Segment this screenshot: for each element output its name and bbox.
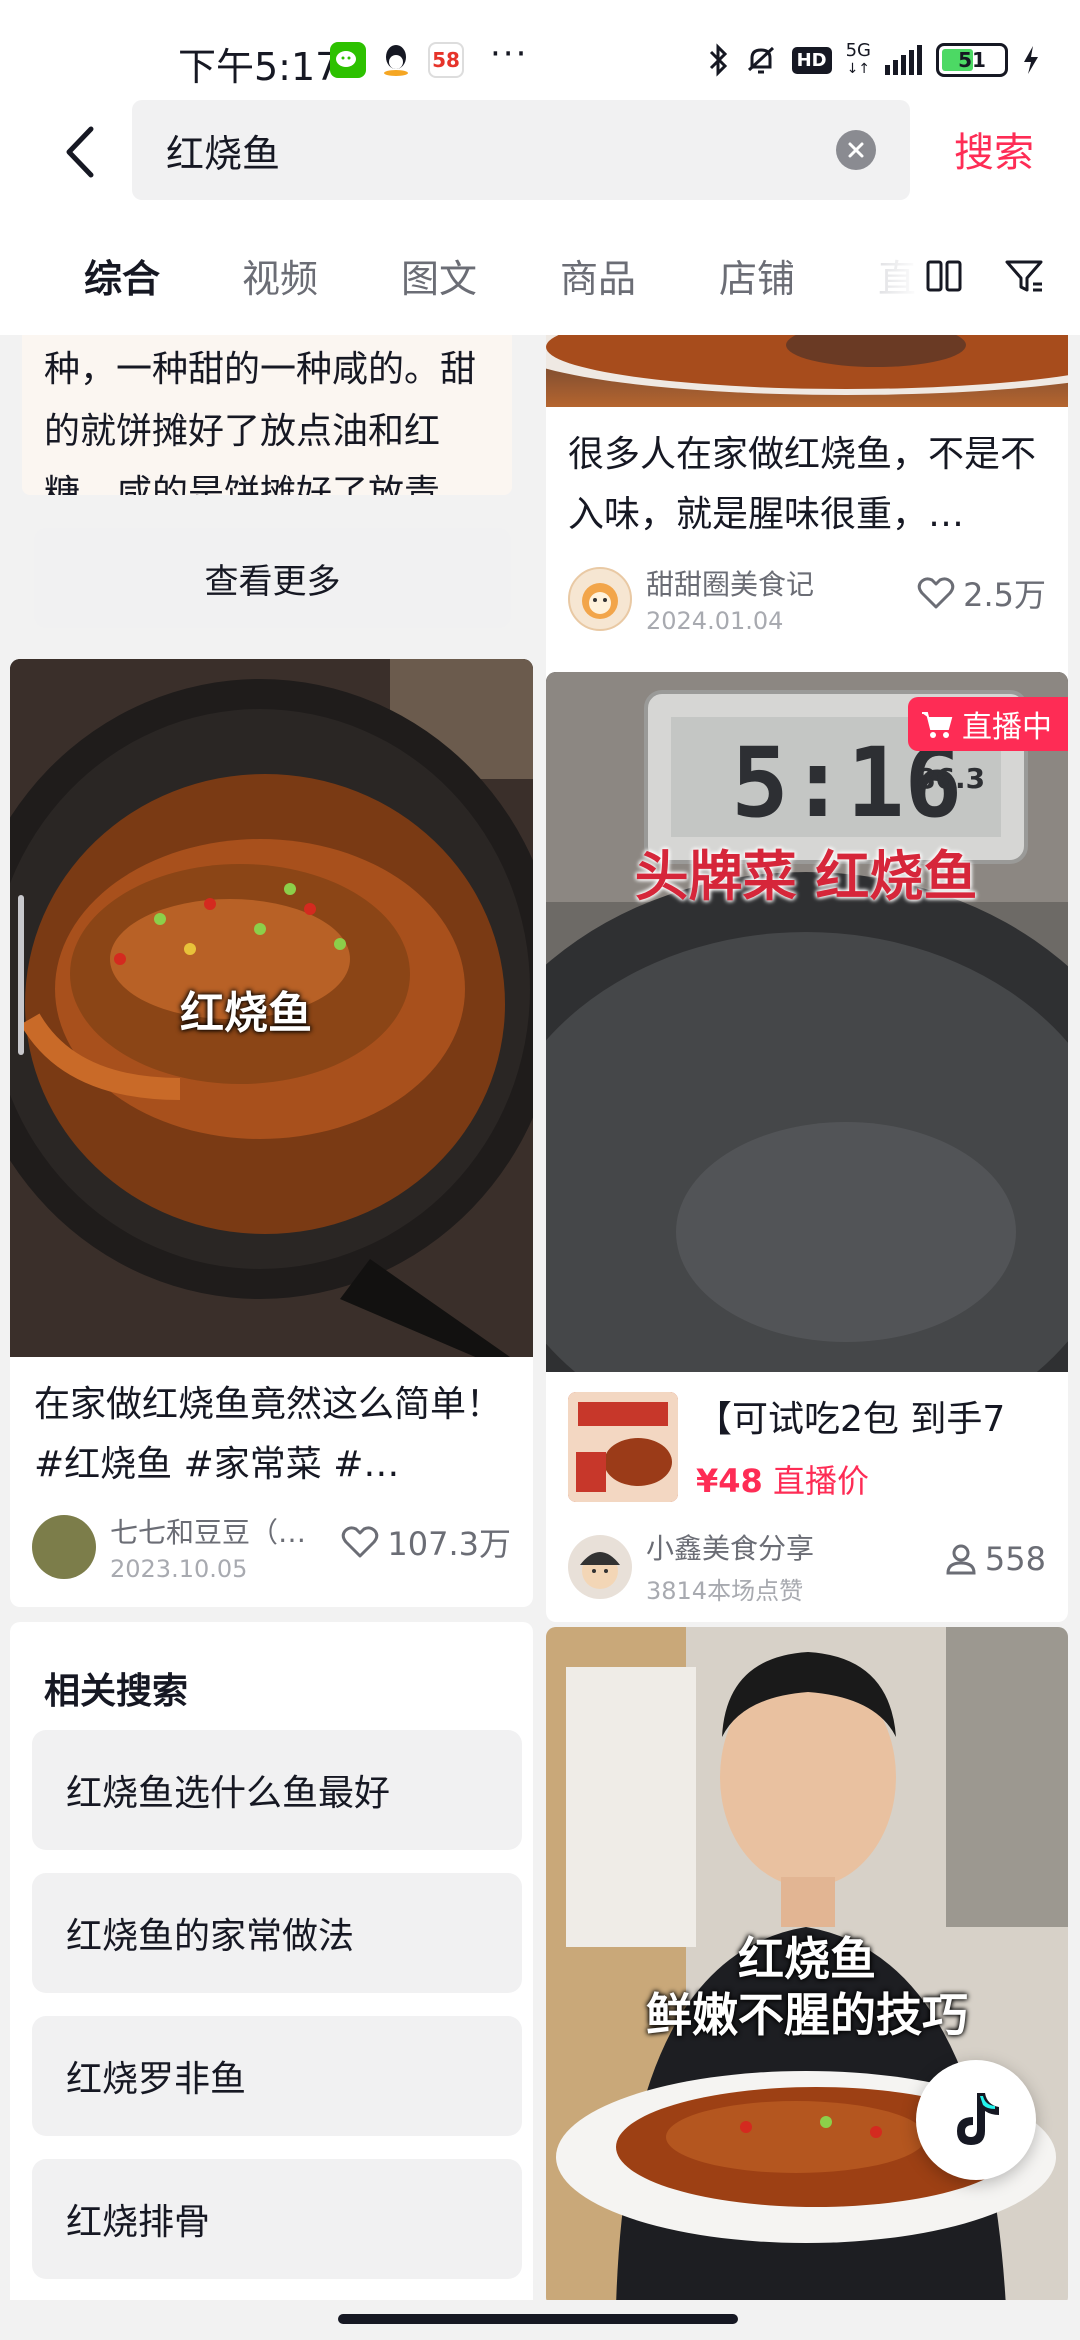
product-thumbnail[interactable] bbox=[568, 1392, 678, 1502]
post-date: 2023.10.05 bbox=[110, 1555, 248, 1583]
live-likes-text: 3814本场点赞 bbox=[646, 1577, 804, 1605]
tab-shops[interactable]: 店铺 bbox=[719, 248, 795, 303]
author-info[interactable]: 甜甜圈美食记 2024.01.04 bbox=[568, 563, 814, 635]
charging-icon bbox=[1024, 46, 1038, 74]
search-results-feed: 种，一种甜的一种咸的。甜的就饼摊好了放点油和红糖，咸的是饼摊好了放青… 查看更多… bbox=[0, 335, 1080, 2300]
heart-icon bbox=[917, 577, 955, 609]
tab-fade bbox=[860, 240, 920, 310]
back-button[interactable] bbox=[50, 122, 110, 182]
related-search-item[interactable]: 红烧罗非鱼 bbox=[32, 2016, 522, 2136]
status-bar: 下午5:17 58 ··· HD 5G ↓↑ 51 bbox=[0, 0, 1080, 100]
status-time: 下午5:17 bbox=[178, 45, 340, 89]
home-indicator bbox=[0, 2300, 1080, 2340]
related-search-item[interactable]: 红烧鱼选什么鱼最好 bbox=[32, 1730, 522, 1850]
author-info[interactable]: 七七和豆豆（… 2023.10.05 bbox=[32, 1511, 306, 1583]
result-card-video-qiqi[interactable]: 红烧鱼 在家做红烧鱼竟然这么简单！#红烧鱼 #家常菜 #… 七七和豆豆（… 20… bbox=[10, 659, 533, 1607]
shopping-cart-icon bbox=[922, 712, 953, 738]
card-thumbnail bbox=[546, 335, 1068, 407]
scrollbar[interactable] bbox=[18, 895, 24, 1055]
status-more-dots: ··· bbox=[490, 34, 529, 74]
bluetooth-icon bbox=[709, 43, 727, 77]
tab-comprehensive[interactable]: 综合 bbox=[84, 248, 160, 303]
wechat-icon bbox=[330, 42, 366, 78]
card-title: 在家做红烧鱼竟然这么简单！#红烧鱼 #家常菜 #… bbox=[34, 1384, 503, 1485]
related-searches-card: 相关搜索 红烧鱼选什么鱼最好 红烧鱼的家常做法 红烧罗非鱼 红烧排骨 bbox=[10, 1622, 533, 2300]
search-submit-button[interactable]: 搜索 bbox=[954, 120, 1034, 178]
product-price: ¥48 直播价 bbox=[696, 1462, 869, 1500]
battery-icon: 51 bbox=[936, 43, 1008, 77]
result-card-video-tips[interactable]: 红烧鱼 鲜嫩不腥的技巧 bbox=[546, 1627, 1068, 2300]
signal-icon bbox=[885, 45, 922, 75]
avatar bbox=[32, 1515, 96, 1579]
chevron-left-icon bbox=[66, 126, 94, 178]
video-overlay-line2: 鲜嫩不腥的技巧 bbox=[646, 1988, 968, 2042]
live-badge: 直播中 bbox=[908, 697, 1068, 751]
douyin-float-button[interactable] bbox=[916, 2060, 1036, 2180]
avatar bbox=[568, 1534, 632, 1599]
status-right: HD 5G ↓↑ 51 bbox=[708, 40, 1040, 80]
video-overlay-title: 红烧鱼 bbox=[180, 988, 312, 1039]
search-box[interactable] bbox=[132, 100, 910, 200]
mute-bell-icon bbox=[747, 46, 774, 74]
heart-icon bbox=[342, 1526, 379, 1558]
tab-products[interactable]: 商品 bbox=[560, 248, 636, 303]
snippet-text: 种，一种甜的一种咸的。甜的就饼摊好了放点油和红糖，咸的是饼摊好了放青… bbox=[44, 349, 477, 495]
product-title: 【可试吃2包 到手7 bbox=[696, 1399, 1006, 1440]
like-count[interactable]: 2.5万 bbox=[917, 570, 1046, 616]
qq-icon bbox=[378, 42, 414, 78]
author-info[interactable]: 小鑫美食分享 3814本场点赞 bbox=[568, 1527, 814, 1606]
58-icon: 58 bbox=[428, 42, 464, 78]
result-card-live[interactable]: 5:16 86.3 头牌菜 红烧鱼 直播中 【可试吃2包 到手7 ¥48 直播价… bbox=[546, 672, 1068, 1622]
like-count[interactable]: 107.3万 bbox=[341, 1519, 511, 1565]
text-result-snippet[interactable]: 种，一种甜的一种咸的。甜的就饼摊好了放点油和红糖，咸的是饼摊好了放青… bbox=[22, 335, 512, 495]
related-search-item[interactable]: 红烧鱼的家常做法 bbox=[32, 1873, 522, 1993]
card-title: 很多人在家做红烧鱼，不是不入味，就是腥味很重，… bbox=[568, 434, 1037, 535]
avatar bbox=[568, 567, 632, 631]
author-name: 七七和豆豆（… bbox=[110, 1516, 307, 1549]
live-thumbnail: 5:16 86.3 头牌菜 红烧鱼 直播中 bbox=[546, 672, 1068, 1372]
person-icon bbox=[946, 1544, 976, 1575]
viewer-count: 558 bbox=[945, 1540, 1046, 1578]
author-name: 甜甜圈美食记 bbox=[646, 568, 815, 601]
douyin-logo-icon bbox=[957, 2093, 999, 2145]
related-searches-title: 相关搜索 bbox=[44, 1671, 189, 1712]
live-overlay-title: 头牌菜 红烧鱼 bbox=[634, 845, 978, 908]
search-header: 搜索 bbox=[0, 100, 1080, 210]
clock-small-reading: 86.3 bbox=[916, 762, 986, 795]
hd-badge: HD bbox=[791, 46, 832, 74]
layout-toggle-icon[interactable] bbox=[922, 254, 966, 298]
home-pill[interactable] bbox=[338, 2314, 738, 2324]
view-more-button[interactable]: 查看更多 bbox=[34, 528, 511, 628]
tab-image-text[interactable]: 图文 bbox=[401, 248, 477, 303]
post-date: 2024.01.04 bbox=[646, 607, 784, 635]
related-search-item[interactable]: 红烧排骨 bbox=[32, 2159, 522, 2279]
video-thumbnail: 红烧鱼 鲜嫩不腥的技巧 bbox=[546, 1627, 1068, 2300]
tab-video[interactable]: 视频 bbox=[242, 248, 318, 303]
search-tabs: 综合 视频 图文 商品 店铺 直 bbox=[0, 210, 1080, 335]
close-icon bbox=[848, 142, 864, 158]
filter-icon[interactable] bbox=[1002, 254, 1046, 298]
search-input[interactable] bbox=[166, 118, 806, 182]
clear-search-button[interactable] bbox=[836, 130, 876, 170]
author-name: 小鑫美食分享 bbox=[646, 1532, 815, 1565]
video-thumbnail: 红烧鱼 bbox=[10, 659, 533, 1357]
network-type: 5G ↓↑ bbox=[845, 40, 871, 78]
